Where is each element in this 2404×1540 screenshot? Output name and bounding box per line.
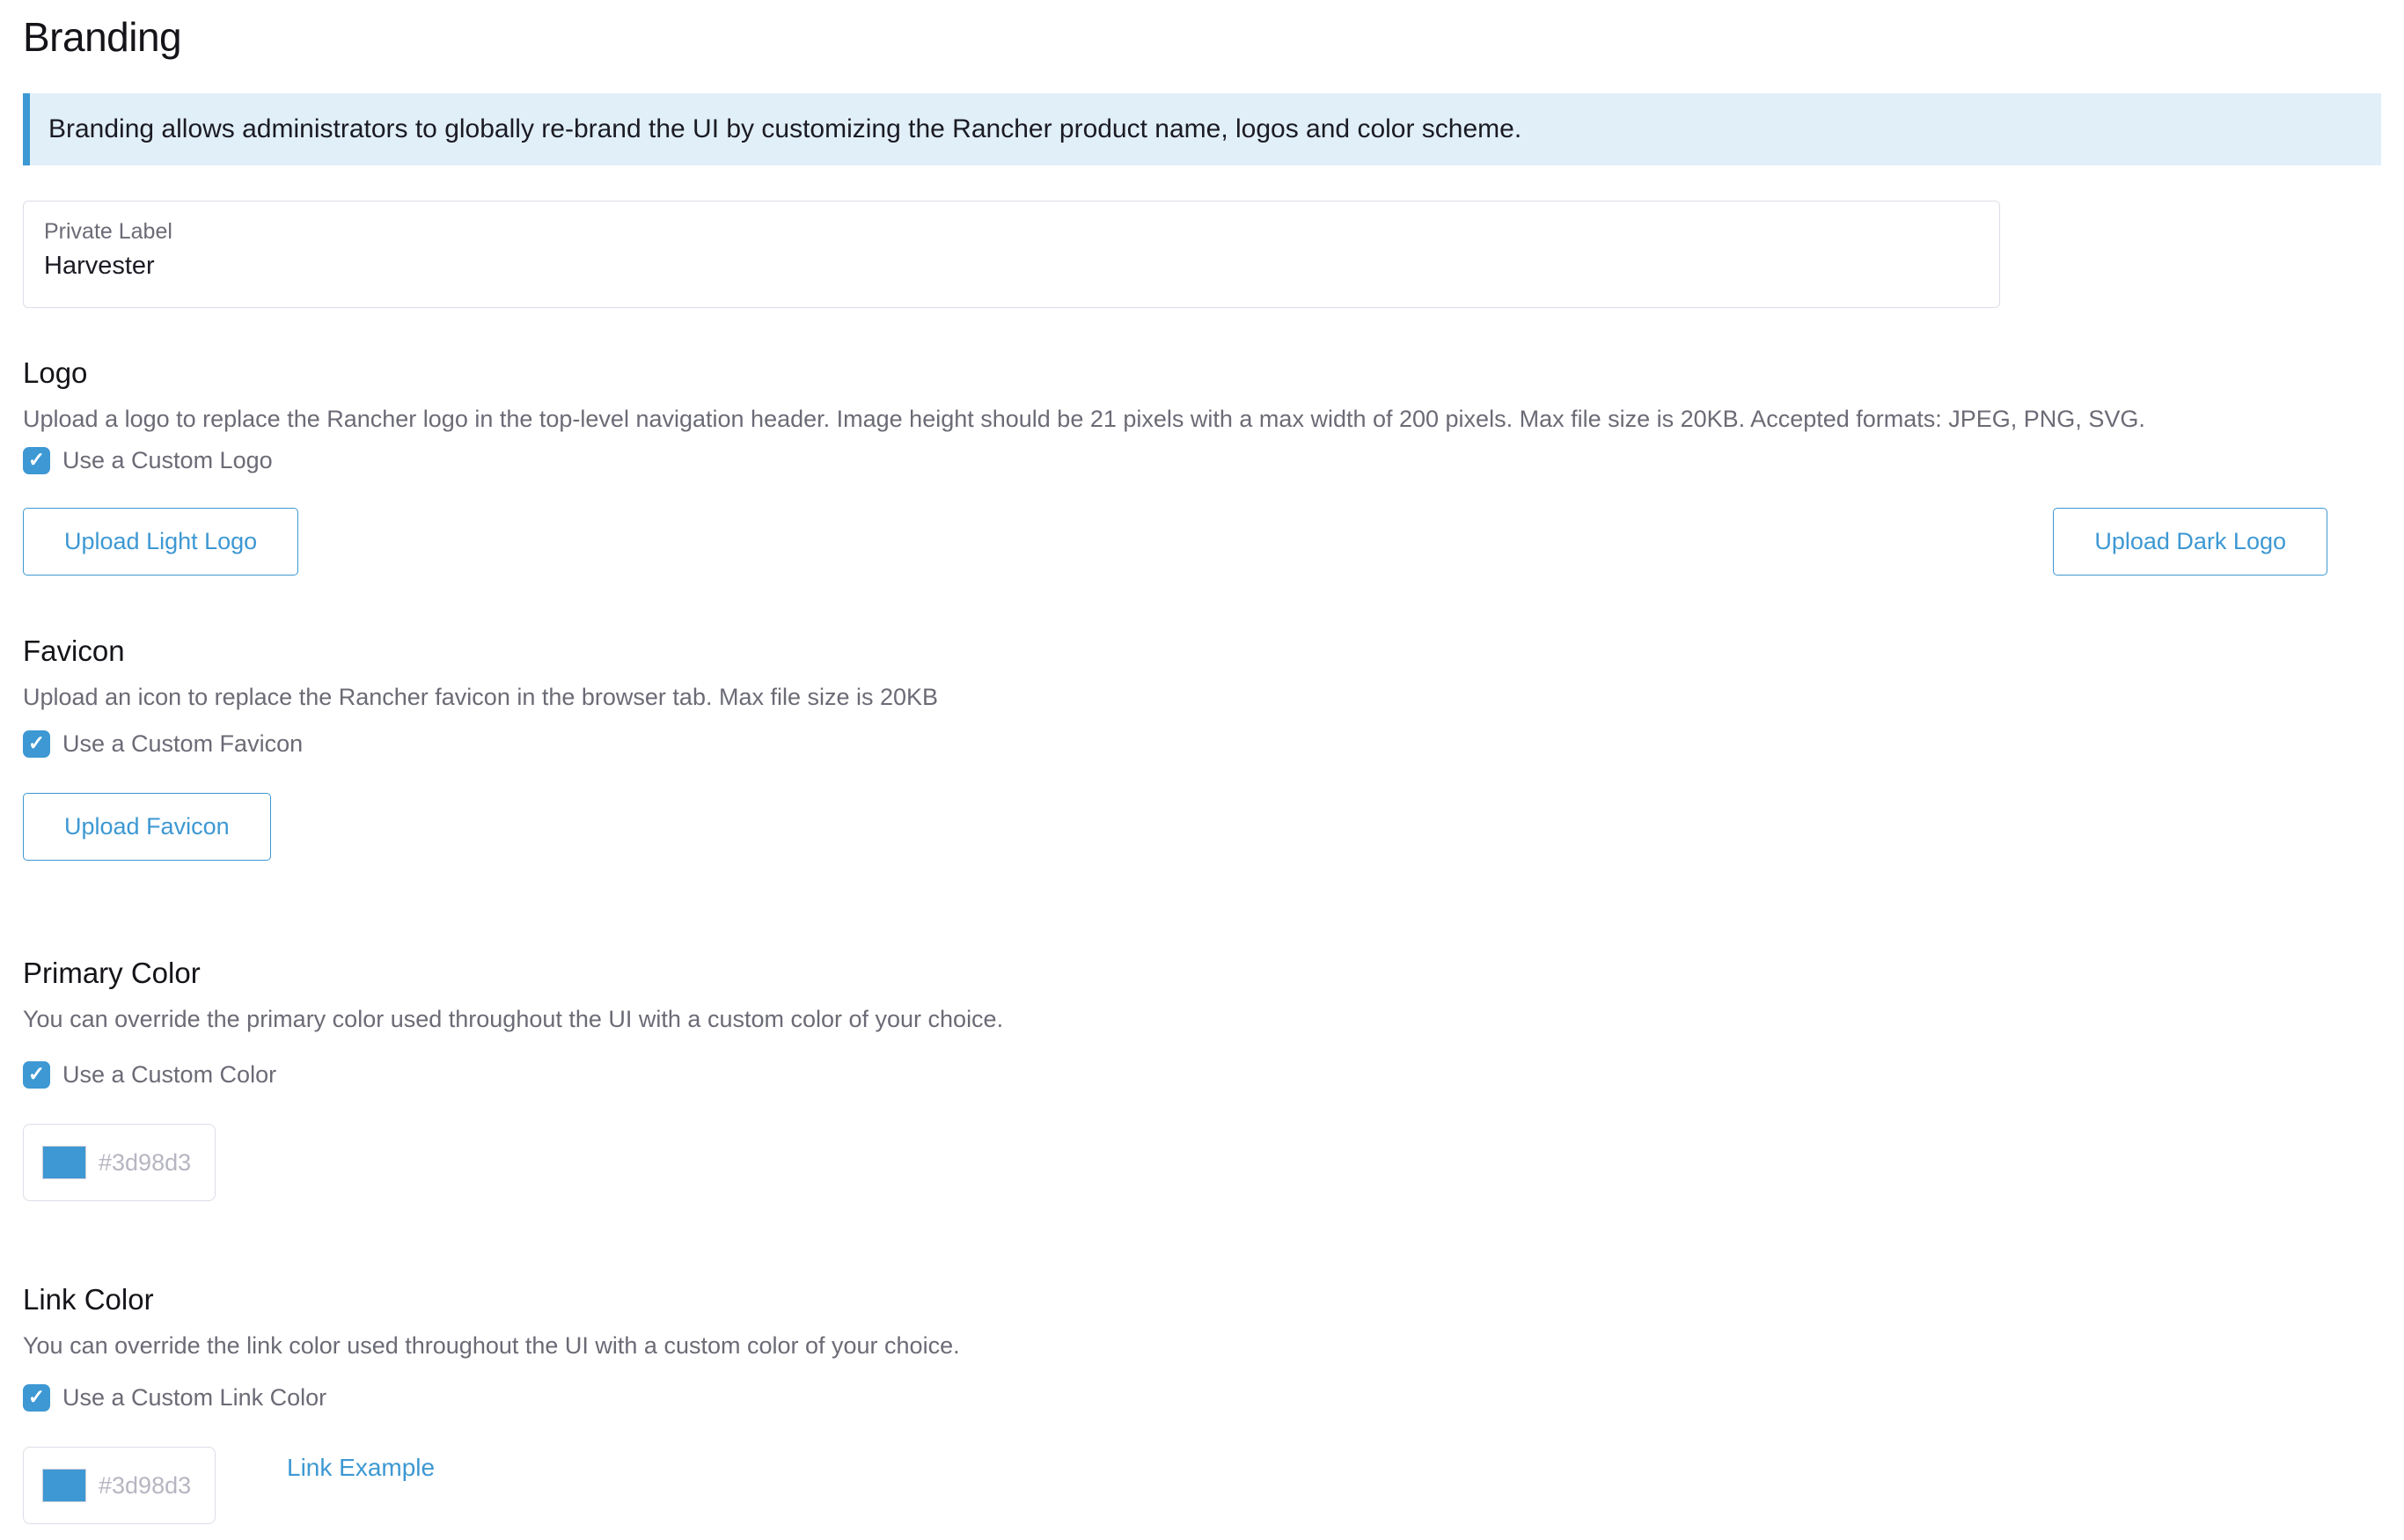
link-color-description: You can override the link color used thr… (23, 1330, 2404, 1361)
link-color-picker[interactable]: #3d98d3 (23, 1447, 216, 1524)
primary-color-heading: Primary Color (23, 954, 2404, 993)
favicon-heading: Favicon (23, 632, 2404, 671)
favicon-section: Favicon Upload an icon to replace the Ra… (23, 632, 2404, 861)
link-color-hex-value: #3d98d3 (99, 1472, 191, 1500)
branding-settings-page: Branding Branding allows administrators … (0, 0, 2404, 1524)
checkmark-icon: ✓ (28, 1387, 45, 1407)
link-color-section: Link Color You can override the link col… (23, 1280, 2404, 1524)
logo-heading: Logo (23, 354, 2404, 392)
checkbox-checked-icon[interactable]: ✓ (23, 1384, 50, 1412)
link-color-picker-row: #3d98d3 Link Example (23, 1412, 2404, 1524)
checkmark-icon: ✓ (28, 1064, 45, 1084)
use-custom-logo-label: Use a Custom Logo (62, 447, 273, 474)
use-custom-logo-checkbox[interactable]: ✓ Use a Custom Logo (23, 447, 2404, 474)
checkmark-icon: ✓ (28, 733, 45, 753)
favicon-description: Upload an icon to replace the Rancher fa… (23, 681, 2404, 713)
checkbox-checked-icon[interactable]: ✓ (23, 730, 50, 758)
use-custom-color-checkbox[interactable]: ✓ Use a Custom Color (23, 1061, 2404, 1089)
checkbox-checked-icon[interactable]: ✓ (23, 447, 50, 474)
use-custom-favicon-checkbox[interactable]: ✓ Use a Custom Favicon (23, 730, 2404, 758)
use-custom-link-color-checkbox[interactable]: ✓ Use a Custom Link Color (23, 1384, 2404, 1412)
logo-section: Logo Upload a logo to replace the Ranche… (23, 354, 2404, 576)
use-custom-color-label: Use a Custom Color (62, 1061, 276, 1089)
checkmark-icon: ✓ (28, 450, 45, 470)
primary-color-swatch (42, 1146, 86, 1179)
logo-description: Upload a logo to replace the Rancher log… (23, 403, 2404, 435)
private-label-input[interactable] (44, 252, 1902, 281)
info-banner-text: Branding allows administrators to global… (48, 114, 1521, 144)
logo-upload-buttons-row: Upload Light Logo Upload Dark Logo (23, 508, 2327, 576)
page-title: Branding (23, 12, 2404, 62)
primary-color-picker[interactable]: #3d98d3 (23, 1124, 216, 1201)
info-banner: Branding allows administrators to global… (23, 93, 2381, 165)
private-label-field[interactable]: Private Label (23, 201, 2000, 308)
private-label-label: Private Label (44, 219, 1999, 245)
primary-color-description: You can override the primary color used … (23, 1003, 2404, 1035)
primary-color-section: Primary Color You can override the prima… (23, 954, 2404, 1201)
use-custom-favicon-label: Use a Custom Favicon (62, 730, 303, 758)
primary-color-hex-value: #3d98d3 (99, 1149, 191, 1177)
link-example[interactable]: Link Example (287, 1454, 435, 1482)
link-color-heading: Link Color (23, 1280, 2404, 1319)
upload-favicon-button[interactable]: Upload Favicon (23, 793, 271, 861)
use-custom-link-color-label: Use a Custom Link Color (62, 1384, 326, 1412)
upload-light-logo-button[interactable]: Upload Light Logo (23, 508, 298, 576)
checkbox-checked-icon[interactable]: ✓ (23, 1061, 50, 1089)
link-color-swatch (42, 1469, 86, 1502)
upload-dark-logo-button[interactable]: Upload Dark Logo (2053, 508, 2327, 576)
